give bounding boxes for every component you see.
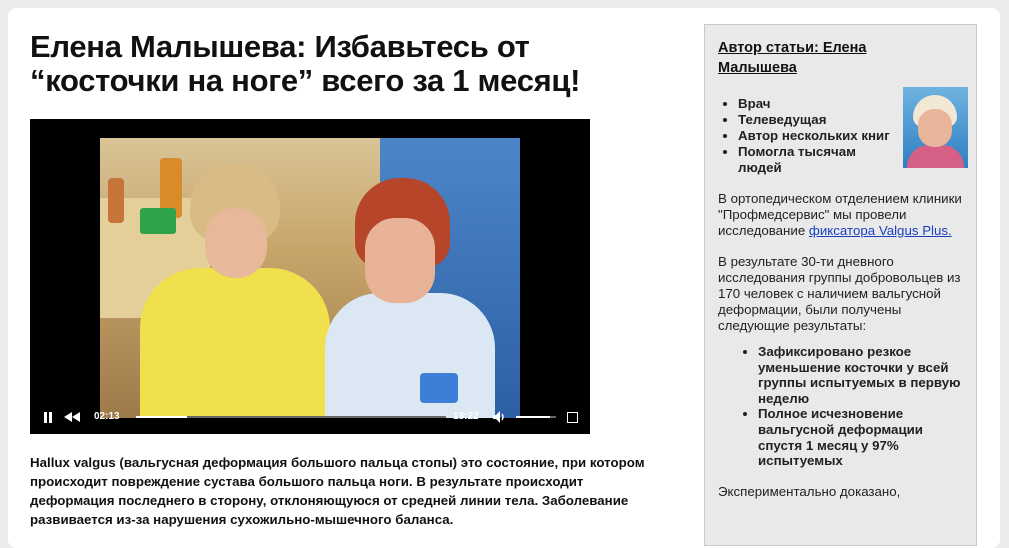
author-facts-list: Врач Телеведущая Автор нескольких книг П… — [718, 96, 898, 176]
volume-slider[interactable] — [516, 416, 556, 418]
person-1-face — [205, 208, 267, 278]
author-photo — [903, 87, 968, 168]
list-item: Полное исчезновение вальгусной деформаци… — [758, 406, 964, 468]
list-item: Врач — [738, 96, 898, 112]
pause-icon[interactable] — [40, 410, 56, 424]
research-paragraph: В ортопедическом отделением клиники "Про… — [718, 191, 964, 239]
article-description: Hallux valgus (вальгусная деформация бол… — [30, 455, 645, 527]
article-title: Елена Малышева: Избавьтесь от “косточки … — [30, 30, 650, 98]
list-item: Зафиксировано резкое уменьшение косточки… — [758, 344, 964, 406]
product-link[interactable]: фиксатора Valgus Plus. — [809, 223, 952, 238]
author-photo-face — [918, 109, 952, 147]
volume-icon[interactable] — [492, 410, 508, 424]
current-time: 02:13 — [94, 411, 120, 422]
author-sidebar: Автор статьи: Елена Малышева Врач Телеве… — [704, 24, 977, 546]
title-line-2: “косточки на ноге” всего за 1 месяц! — [30, 63, 581, 98]
title-line-1: Елена Малышева: Избавьтесь от — [30, 29, 530, 64]
results-intro: В результате 30-ти дневного исследования… — [718, 254, 961, 333]
list-item: Помогла тысячам людей — [738, 144, 898, 176]
background-green-object — [140, 208, 176, 234]
video-frame[interactable] — [100, 138, 520, 418]
video-player[interactable]: 02:13 13:22 — [30, 119, 590, 434]
background-bottle — [108, 178, 124, 223]
article-main: Елена Малышева: Избавьтесь от “косточки … — [30, 30, 650, 98]
sidebar-title-link[interactable]: Автор статьи: Елена Малышева — [718, 38, 918, 78]
person-1-body — [140, 268, 330, 418]
progress-fill — [136, 416, 188, 418]
video-controls: 02:13 13:22 — [30, 400, 590, 434]
author-photo-body — [907, 145, 964, 168]
show-logo-badge — [420, 373, 458, 403]
results-list: Зафиксировано резкое уменьшение косточки… — [718, 344, 964, 469]
progress-bar[interactable] — [136, 416, 446, 418]
rewind-icon[interactable] — [64, 410, 80, 424]
person-2-face — [365, 218, 435, 303]
volume-fill — [516, 416, 550, 418]
proof-paragraph: Экспериментально доказано, — [718, 483, 901, 499]
fullscreen-icon[interactable] — [564, 410, 580, 424]
duration-time: 13:22 — [453, 411, 479, 422]
list-item: Автор нескольких книг — [738, 128, 898, 144]
list-item: Телеведущая — [738, 112, 898, 128]
